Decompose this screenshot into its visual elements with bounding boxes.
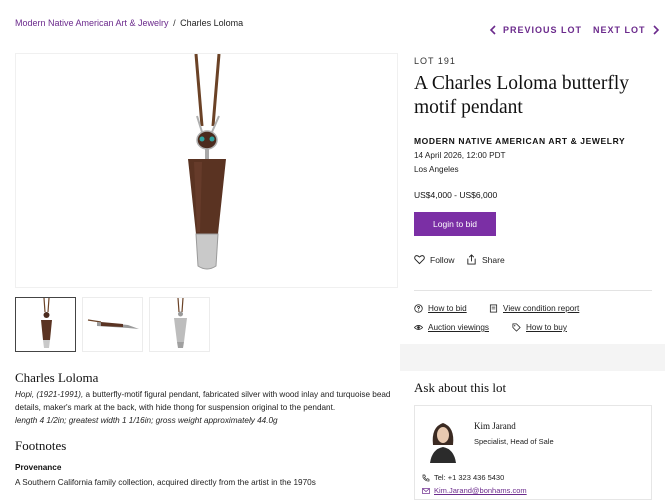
lot-title: A Charles Loloma butterfly motif pendant — [414, 73, 629, 118]
condition-report-label: View condition report — [503, 304, 580, 313]
view-condition-report-link[interactable]: View condition report — [489, 304, 579, 313]
email-text: Kim.Jarand@bonhams.com — [434, 486, 527, 495]
tag-icon — [512, 323, 521, 332]
description-dimensions: length 4 1/2in; greatest width 1 1/16in;… — [15, 416, 278, 425]
thumbnail-1[interactable] — [15, 297, 76, 352]
provenance-heading: Provenance — [15, 463, 62, 472]
phone-icon — [422, 474, 430, 481]
auction-viewings-link[interactable]: Auction viewings — [414, 323, 489, 332]
thumbnail-3[interactable] — [149, 297, 210, 352]
heart-icon — [414, 255, 425, 265]
breadcrumb-current: Charles Loloma — [180, 18, 244, 28]
description-origin: Hopi, (1921-1991), — [15, 390, 84, 399]
ask-about-lot-heading: Ask about this lot — [414, 380, 507, 395]
login-to-bid-button[interactable]: Login to bid — [414, 212, 496, 236]
maker-heading: Charles Loloma — [15, 370, 99, 385]
section-divider — [400, 344, 665, 371]
eye-icon — [414, 325, 423, 330]
specialist-role: Specialist, Head of Sale — [474, 437, 554, 446]
phone-text: Tel: +1 323 436 5430 — [434, 473, 505, 482]
breadcrumb: Modern Native American Art & Jewelry / C… — [15, 18, 243, 28]
footnotes-heading: Footnotes — [15, 438, 67, 453]
specialist-phone[interactable]: Tel: +1 323 436 5430 — [422, 473, 504, 482]
follow-button[interactable]: Follow — [414, 254, 455, 265]
lot-number: LOT 191 — [414, 56, 456, 66]
breadcrumb-parent-link[interactable]: Modern Native American Art & Jewelry — [15, 18, 169, 28]
main-lot-image[interactable] — [15, 53, 398, 288]
next-lot-button[interactable]: NEXT LOT — [593, 25, 660, 35]
document-icon — [489, 304, 498, 313]
provenance-text: A Southern California family collection,… — [15, 478, 316, 487]
chevron-left-icon — [489, 25, 496, 35]
thumbnail-2[interactable] — [82, 297, 143, 352]
next-lot-label: NEXT LOT — [593, 25, 646, 35]
specialist-avatar — [426, 415, 460, 463]
pendant-image — [188, 53, 226, 270]
breadcrumb-separator: / — [173, 18, 176, 28]
follow-label: Follow — [430, 254, 455, 265]
share-label: Share — [482, 254, 505, 265]
auction-viewings-label: Auction viewings — [428, 323, 489, 332]
pendant-back-thumbnail — [174, 298, 187, 348]
pendant-thumbnail — [41, 298, 52, 348]
sale-date: 14 April 2026, 12:00 PDT — [414, 151, 506, 160]
sale-location: Los Angeles — [414, 165, 459, 174]
previous-lot-button[interactable]: PREVIOUS LOT — [489, 25, 582, 35]
share-icon — [467, 254, 476, 265]
pendant-side-thumbnail — [87, 319, 139, 329]
divider — [414, 290, 652, 291]
sale-name[interactable]: MODERN NATIVE AMERICAN ART & JEWELRY — [414, 136, 625, 146]
mail-icon — [422, 487, 430, 494]
how-to-buy-link[interactable]: How to buy — [512, 323, 567, 332]
how-to-bid-link[interactable]: How to bid — [414, 304, 467, 313]
previous-lot-label: PREVIOUS LOT — [503, 25, 583, 35]
estimate: US$4,000 - US$6,000 — [414, 190, 498, 200]
how-to-buy-label: How to buy — [526, 323, 567, 332]
share-button[interactable]: Share — [466, 254, 505, 265]
question-icon — [414, 304, 423, 313]
how-to-bid-label: How to bid — [428, 304, 467, 313]
chevron-right-icon — [652, 25, 659, 35]
specialist-name: Kim Jarand — [474, 421, 516, 431]
specialist-email-link[interactable]: Kim.Jarand@bonhams.com — [422, 486, 527, 495]
lot-description: Hopi, (1921-1991), a butterfly-motif fig… — [15, 388, 400, 427]
